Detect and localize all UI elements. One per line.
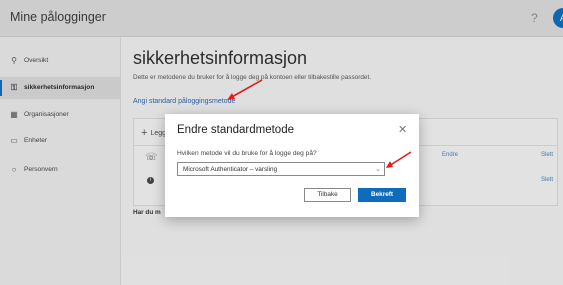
back-button[interactable]: Tilbake	[304, 188, 351, 202]
selected-method-value: Microsoft Authenticator – varsling	[183, 166, 278, 173]
method-select[interactable]: Microsoft Authenticator – varsling ⌄	[177, 162, 385, 176]
confirm-button[interactable]: Bekreft	[358, 188, 406, 202]
change-default-method-dialog: Endre standardmetode ✕ Hvilken metode vi…	[165, 114, 419, 217]
chevron-down-icon: ⌄	[375, 166, 381, 173]
dialog-title: Endre standardmetode	[177, 124, 294, 136]
method-question-label: Hvilken metode vil du bruke for å logge …	[177, 150, 317, 157]
close-icon[interactable]: ✕	[398, 123, 407, 136]
